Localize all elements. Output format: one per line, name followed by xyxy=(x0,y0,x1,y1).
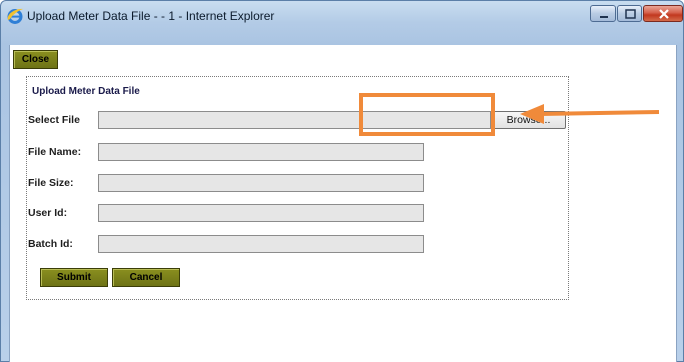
select-file-label: Select File xyxy=(28,114,80,126)
close-button[interactable]: Close xyxy=(13,50,58,69)
minimize-button[interactable] xyxy=(590,5,616,22)
maximize-button[interactable] xyxy=(617,5,642,22)
file-size-label: File Size: xyxy=(28,177,74,189)
panel-title: Upload Meter Data File xyxy=(32,86,140,97)
window-close-button[interactable] xyxy=(643,5,683,22)
minimize-icon xyxy=(600,16,608,18)
page-content: Close Upload Meter Data File Select File… xyxy=(9,45,677,362)
cancel-button[interactable]: Cancel xyxy=(112,268,180,287)
submit-button[interactable]: Submit xyxy=(40,268,108,287)
highlight-box xyxy=(359,93,495,136)
ie-icon xyxy=(7,8,23,24)
window-title: Upload Meter Data File - - 1 - Internet … xyxy=(27,9,275,23)
batch-id-label: Batch Id: xyxy=(28,238,73,250)
maximize-icon xyxy=(625,9,636,19)
browser-window: Upload Meter Data File - - 1 - Internet … xyxy=(0,0,684,362)
title-bar[interactable]: Upload Meter Data File - - 1 - Internet … xyxy=(1,1,683,45)
user-id-field[interactable] xyxy=(98,204,424,222)
batch-id-field[interactable] xyxy=(98,235,424,253)
pointer-arrow-icon xyxy=(520,104,660,124)
file-name-label: File Name: xyxy=(28,146,82,158)
user-id-label: User Id: xyxy=(28,207,68,219)
file-name-field[interactable] xyxy=(98,143,424,161)
close-icon xyxy=(659,9,669,19)
file-size-field[interactable] xyxy=(98,174,424,192)
